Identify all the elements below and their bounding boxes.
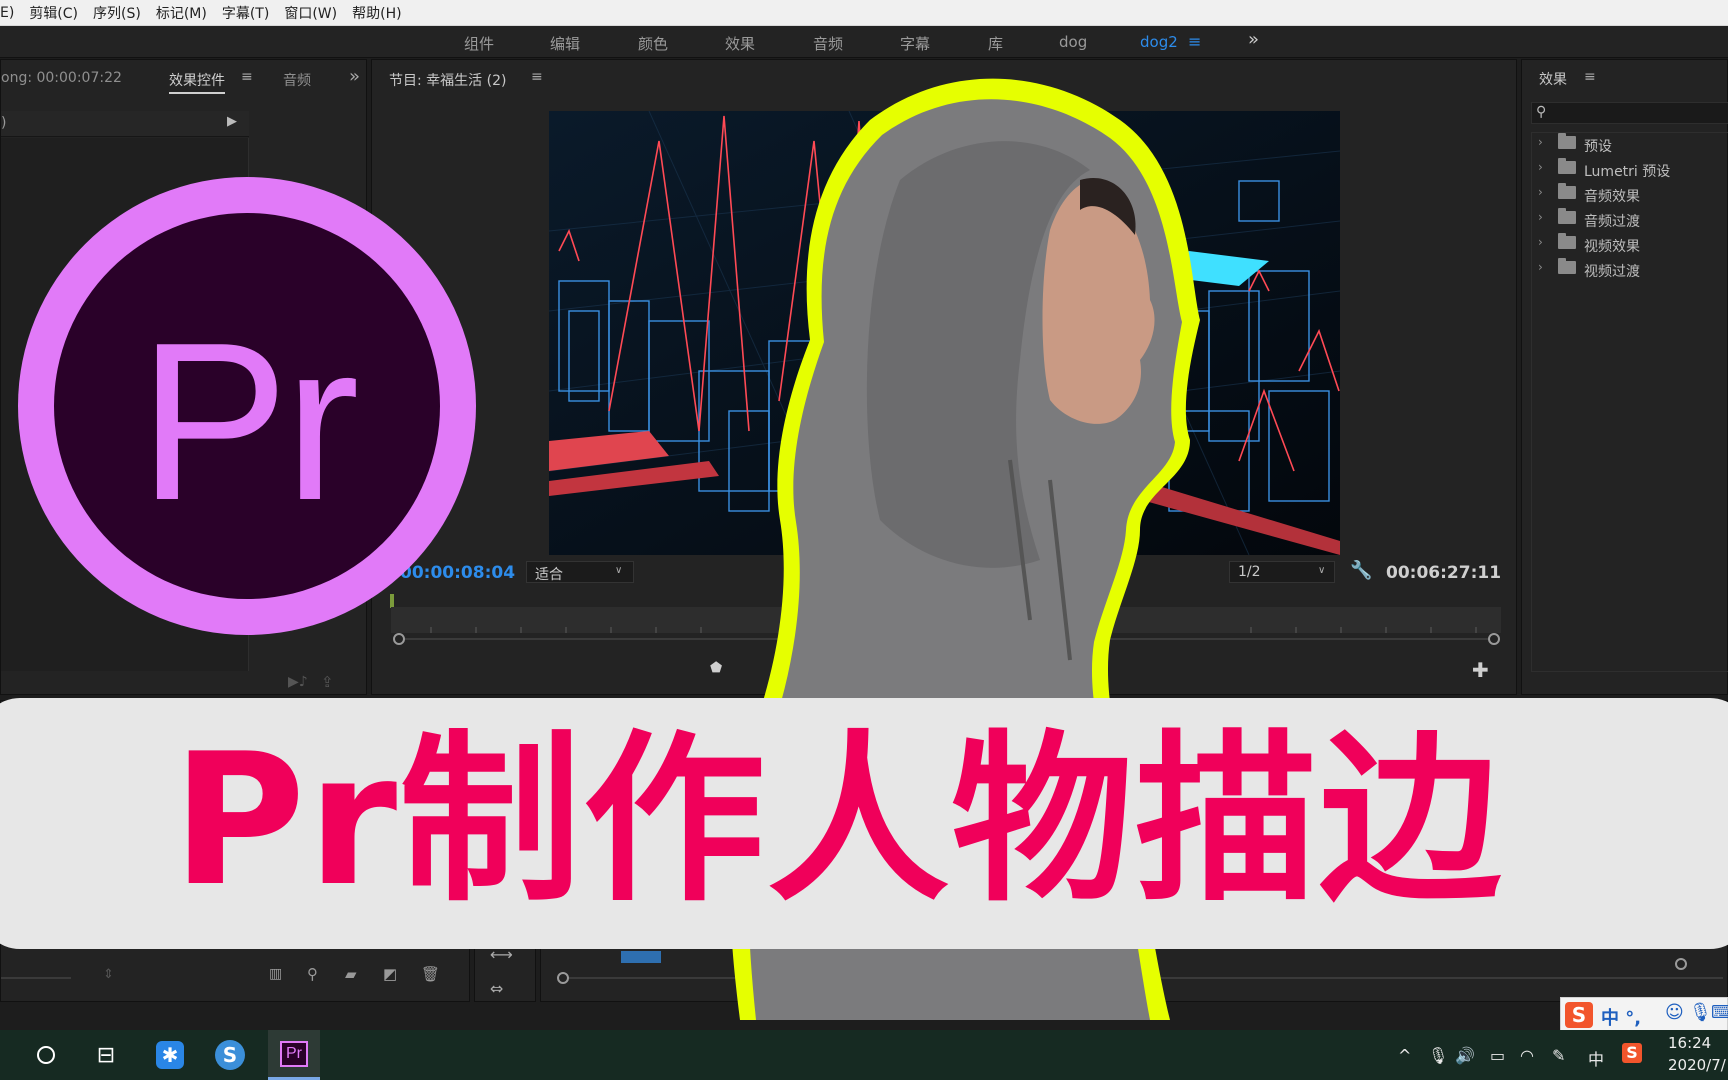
- effects-search-input[interactable]: ⚲: [1531, 102, 1728, 124]
- workspace-tab-dog[interactable]: dog: [1059, 33, 1087, 51]
- effects-item-audio-transitions[interactable]: › 音频过渡: [1532, 208, 1728, 232]
- search-circle-icon[interactable]: [20, 1030, 72, 1080]
- play-triangle-icon[interactable]: ▶: [227, 114, 237, 129]
- project-zoom-slider[interactable]: [1, 977, 71, 979]
- microphone-icon[interactable]: 🎙: [1428, 1046, 1448, 1065]
- effects-item-presets[interactable]: › 预设: [1532, 133, 1728, 157]
- effects-item-video-effects[interactable]: › 视频效果: [1532, 233, 1728, 257]
- menu-window[interactable]: 窗口(W): [284, 3, 337, 23]
- browser-app-icon[interactable]: S: [204, 1030, 256, 1080]
- clock-time[interactable]: 16:24: [1668, 1034, 1711, 1052]
- menu-bar: E) 剪辑(C) 序列(S) 标记(M) 字幕(T) 窗口(W) 帮助(H): [0, 0, 1728, 26]
- folder-icon: [1558, 208, 1576, 224]
- tab-effect-controls-menu-icon[interactable]: ≡: [241, 69, 253, 85]
- keyboard-icon[interactable]: ⌨: [1711, 1002, 1728, 1023]
- find-icon[interactable]: ⚲: [307, 965, 318, 983]
- effects-panel-menu-icon[interactable]: ≡: [1584, 69, 1596, 85]
- ime-toolbar[interactable]: S 中 °, ☺ 🎙 ⌨: [1560, 997, 1728, 1031]
- title-banner-text: Pr制作人物描边: [172, 714, 1504, 926]
- sort-icon[interactable]: ⇕: [103, 967, 114, 982]
- search-icon: ⚲: [1536, 104, 1547, 120]
- workspace-tab-audio[interactable]: 音频: [813, 33, 843, 54]
- battery-icon[interactable]: ▭: [1490, 1046, 1505, 1065]
- program-menu-icon[interactable]: ≡: [531, 69, 543, 85]
- timeline-scroll-handle-left[interactable]: [557, 972, 569, 984]
- effects-panel-title: 效果: [1539, 72, 1567, 88]
- workspace-menu-icon[interactable]: ≡: [1188, 32, 1201, 51]
- tab-audio-mixer[interactable]: 音频: [283, 70, 311, 90]
- automate-to-sequence-icon[interactable]: ▥: [269, 966, 282, 982]
- menu-edit[interactable]: E): [0, 5, 14, 21]
- chevron-down-icon: ∨: [615, 565, 623, 576]
- playback-audio-icon[interactable]: ▶♪: [288, 674, 308, 690]
- ime-mode-text: 中 °,: [1601, 1008, 1642, 1029]
- workspace-bar: 组件 编辑 颜色 效果 音频 字幕 库 dog dog2 ≡ »: [0, 26, 1728, 58]
- clock-date[interactable]: 2020/7/: [1668, 1056, 1726, 1074]
- wifi-icon[interactable]: ◠: [1520, 1046, 1534, 1065]
- workspace-tab-assembly[interactable]: 组件: [464, 33, 494, 54]
- zoom-fit-select[interactable]: 适合 ∨: [526, 561, 634, 583]
- pen-icon[interactable]: ✎: [1552, 1046, 1565, 1065]
- menu-markers[interactable]: 标记(M): [156, 3, 207, 23]
- effects-item-video-transitions[interactable]: › 视频过渡: [1532, 258, 1728, 282]
- program-monitor-title: 节目: 幸福生活 (2): [389, 73, 507, 89]
- premiere-logo-text: Pr: [138, 295, 360, 547]
- sogou-logo-icon: S: [1565, 1002, 1593, 1028]
- tab-effect-controls[interactable]: 效果控件: [169, 70, 225, 94]
- workspace-tab-color[interactable]: 颜色: [638, 33, 668, 54]
- wrench-icon[interactable]: 🔧: [1350, 560, 1372, 581]
- panel-overflow-icon[interactable]: »: [349, 66, 360, 87]
- volume-icon[interactable]: 🔊: [1455, 1046, 1475, 1065]
- add-button-icon[interactable]: ✚: [1472, 658, 1489, 682]
- task-view-icon[interactable]: ⊟: [80, 1030, 132, 1080]
- timeline-clip[interactable]: [621, 951, 661, 963]
- folder-icon: [1558, 183, 1576, 199]
- menu-titles[interactable]: 字幕(T): [222, 3, 269, 23]
- clip-header-label: ): [1, 115, 7, 131]
- premiere-logo: Pr: [18, 177, 476, 635]
- new-bin-icon[interactable]: ▰: [345, 965, 357, 983]
- source-timecode: ong: 00:00:07:22: [1, 70, 122, 86]
- folder-icon: [1558, 233, 1576, 249]
- dingtalk-app-icon[interactable]: ✱: [144, 1030, 196, 1080]
- tray-expand-icon[interactable]: ^: [1398, 1046, 1411, 1065]
- workspace-tab-editing[interactable]: 编辑: [550, 33, 580, 54]
- workspace-tab-effects[interactable]: 效果: [725, 33, 755, 54]
- clip-header-row: ) ▶: [1, 111, 249, 137]
- program-duration-timecode: 00:06:27:11: [1386, 563, 1502, 583]
- chevron-down-icon: ∨: [1318, 565, 1326, 576]
- zoom-handle-right[interactable]: [1488, 633, 1500, 645]
- menu-sequence[interactable]: 序列(S): [93, 3, 141, 23]
- effects-item-lumetri-presets[interactable]: › Lumetri 预设: [1532, 158, 1728, 182]
- timeline-scroll-handle-right[interactable]: [1675, 958, 1687, 970]
- slip-tool-icon[interactable]: ⇔: [490, 979, 503, 998]
- menu-help[interactable]: 帮助(H): [352, 3, 401, 23]
- zoom-handle-left[interactable]: [393, 633, 405, 645]
- folder-star-icon: [1558, 133, 1576, 149]
- effects-panel: 效果 ≡ ⚲ › 预设 › Lumetri 预设 › 音频效果 › 音频过渡 › 视频效果…: [1521, 59, 1728, 695]
- premiere-app-icon[interactable]: Pr: [268, 1030, 320, 1080]
- taskbar: ⊟ ✱ S Pr ^ 🎙 🔊 ▭ ◠ ✎ 中 S 16:24 2020/7/: [0, 1030, 1728, 1080]
- effects-tree: › 预设 › Lumetri 预设 › 音频效果 › 音频过渡 › 视频效果 › 视频过渡: [1531, 132, 1728, 672]
- effects-item-audio-effects[interactable]: › 音频效果: [1532, 183, 1728, 207]
- ime-mic-icon[interactable]: 🎙: [1689, 1002, 1712, 1023]
- workspace-tab-titles[interactable]: 字幕: [900, 33, 930, 54]
- trash-icon[interactable]: 🗑: [421, 965, 440, 983]
- zoom-fit-value: 适合: [535, 567, 563, 583]
- folder-icon: [1558, 258, 1576, 274]
- workspace-tab-libraries[interactable]: 库: [988, 33, 1003, 54]
- emoji-icon[interactable]: ☺: [1665, 1002, 1684, 1023]
- ime-indicator[interactable]: 中: [1588, 1046, 1604, 1070]
- export-icon[interactable]: ⇪: [321, 673, 334, 691]
- program-current-timecode[interactable]: 00:00:08:04: [400, 563, 515, 583]
- workspace-overflow-icon[interactable]: »: [1248, 29, 1259, 50]
- new-item-icon[interactable]: ◩: [383, 965, 397, 983]
- folder-star-icon: [1558, 158, 1576, 174]
- workspace-tab-dog2[interactable]: dog2: [1140, 33, 1178, 51]
- menu-clip[interactable]: 剪辑(C): [29, 3, 78, 23]
- sogou-tray-icon[interactable]: S: [1622, 1043, 1642, 1063]
